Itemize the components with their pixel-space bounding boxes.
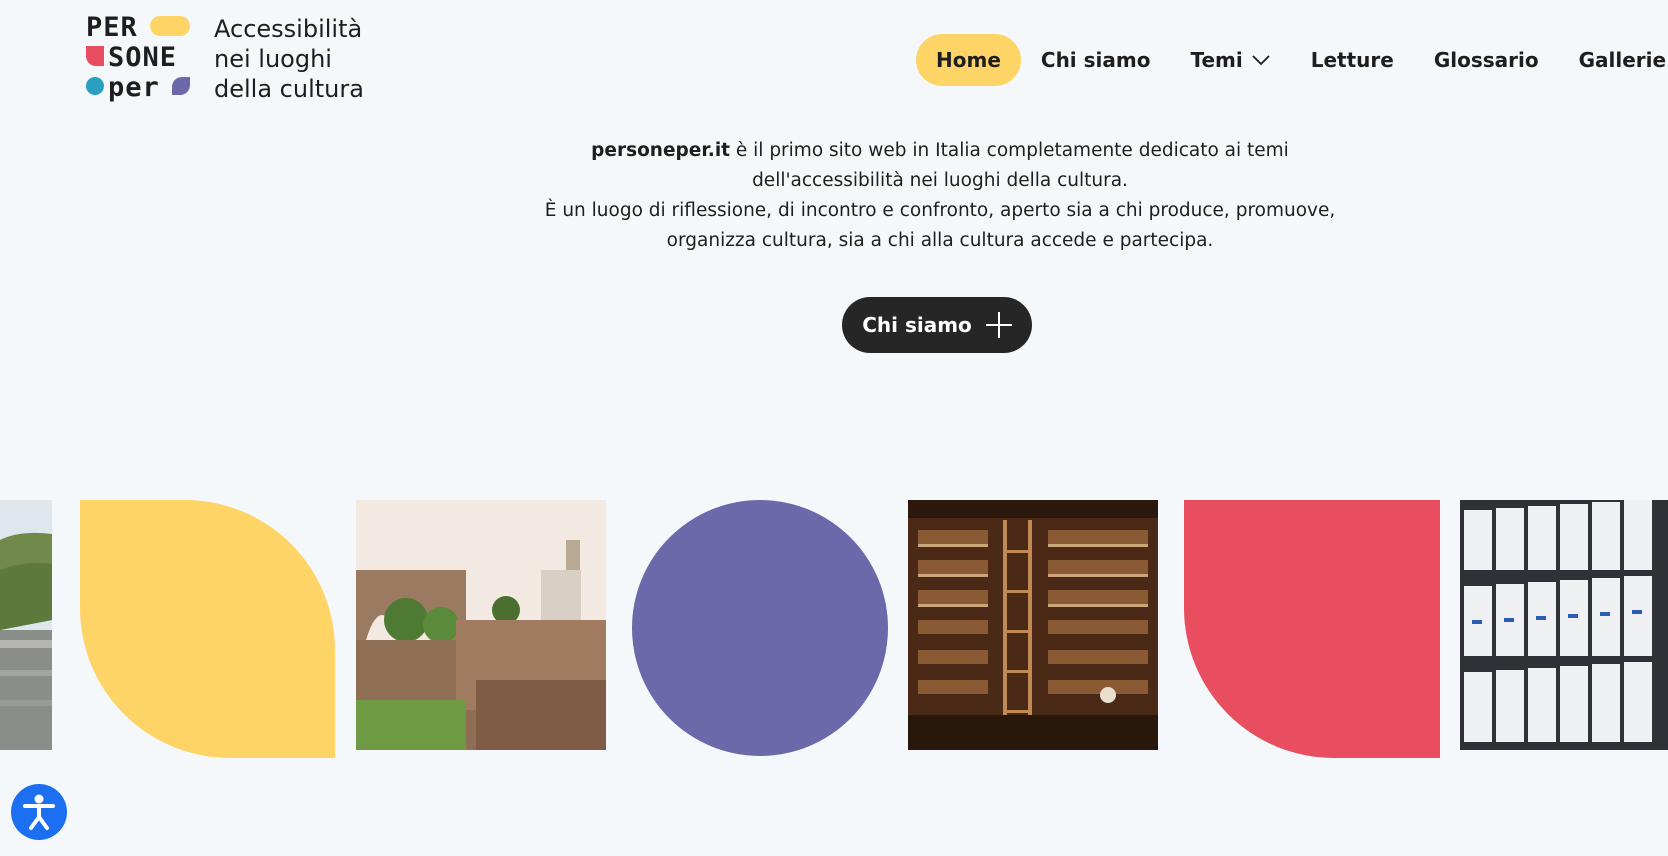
- logo-yellow-pill: [150, 16, 190, 36]
- nav-item-gallerie[interactable]: Gallerie: [1559, 34, 1668, 86]
- logo-mark: PER SONE per: [86, 14, 202, 106]
- nav-item-temi[interactable]: Temi: [1170, 34, 1290, 86]
- nav-item-home[interactable]: Home: [916, 34, 1021, 86]
- main-nav: Home Chi siamo Temi Letture Glossario Ga…: [916, 34, 1668, 86]
- brand-name: personeper.it: [591, 140, 731, 161]
- gallery-shape-purple: [632, 500, 888, 756]
- logo-row-2: SONE: [108, 42, 178, 73]
- nav-label: Letture: [1310, 48, 1394, 72]
- intro-line: dell'accessibilità nei luoghi della cult…: [752, 170, 1128, 191]
- gallery-shape-red: [1184, 500, 1440, 758]
- nav-label: Chi siamo: [1040, 48, 1151, 72]
- gallery-shape-yellow: [80, 500, 335, 758]
- nav-label: Gallerie: [1578, 48, 1667, 72]
- nav-item-chi-siamo[interactable]: Chi siamo: [1021, 34, 1171, 86]
- logo-tagline: Accessibilità nei luoghi della cultura: [214, 14, 364, 104]
- intro-line: È un luogo di riflessione, di incontro e…: [544, 200, 1336, 221]
- gallery-photo-archive[interactable]: [1460, 500, 1668, 750]
- nav-label: Glossario: [1433, 48, 1539, 72]
- chi-siamo-button[interactable]: Chi siamo: [842, 297, 1032, 353]
- intro-text: personeper.it è il primo sito web in Ita…: [520, 136, 1360, 256]
- tagline-line: Accessibilità: [214, 15, 363, 43]
- chevron-down-icon: [1252, 55, 1270, 66]
- intro-line: organizza cultura, sia a chi alla cultur…: [666, 230, 1214, 251]
- site-logo[interactable]: PER SONE per Accessibilità nei luoghi de…: [86, 14, 364, 106]
- nav-label: Temi: [1190, 48, 1243, 72]
- site-header: PER SONE per Accessibilità nei luoghi de…: [0, 0, 1668, 120]
- nav-label: Home: [936, 48, 1001, 72]
- nav-item-letture[interactable]: Letture: [1291, 34, 1414, 86]
- tagline-line: nei luoghi: [214, 45, 332, 73]
- gallery-photo-ruins[interactable]: [356, 500, 606, 750]
- logo-red-shape: [86, 46, 104, 66]
- gallery-photo-library[interactable]: [908, 500, 1158, 750]
- accessibility-button[interactable]: [11, 784, 67, 840]
- logo-teal-dot: [86, 77, 104, 95]
- logo-row-1: PER: [86, 12, 138, 43]
- logo-purple-shape: [172, 77, 190, 95]
- intro-line: è il primo sito web in Italia completame…: [730, 140, 1289, 161]
- plus-icon: [985, 312, 1012, 338]
- gallery-photo-vineyard[interactable]: [0, 500, 52, 750]
- logo-row-3: per: [108, 72, 160, 103]
- accessibility-icon: [23, 794, 55, 830]
- nav-item-glossario[interactable]: Glossario: [1414, 34, 1559, 86]
- cta-label: Chi siamo: [862, 313, 972, 337]
- gallery-strip: [0, 500, 1668, 762]
- tagline-line: della cultura: [214, 75, 364, 103]
